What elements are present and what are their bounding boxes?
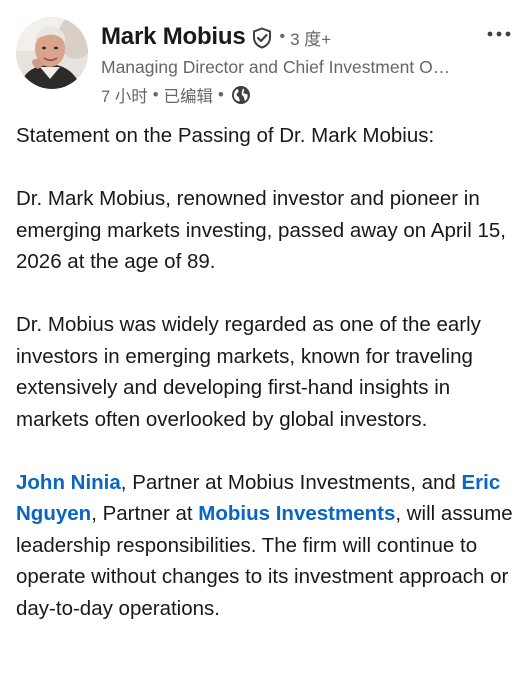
paragraph-3-text-1: , Partner at Mobius Investments, and xyxy=(120,470,462,494)
more-options-button[interactable] xyxy=(485,22,513,46)
post-body: Statement on the Passing of Dr. Mark Mob… xyxy=(16,120,521,656)
post-title: Statement on the Passing of Dr. Mark Mob… xyxy=(16,124,435,147)
author-headline: Managing Director and Chief Investment O… xyxy=(101,57,451,77)
connection-degree: 3 度+ xyxy=(290,29,332,49)
post-paragraph-2: Dr. Mobius was widely regarded as one of… xyxy=(16,313,481,431)
post-paragraph-3: John Ninia, Partner at Mobius Investment… xyxy=(16,467,521,625)
edited-label: 已编辑 xyxy=(163,88,214,106)
feed-post: Mark Mobius • 3 度+ Managing Director and… xyxy=(0,0,531,699)
author-name[interactable]: Mark Mobius xyxy=(101,23,246,51)
avatar-portrait xyxy=(16,17,88,89)
mention-mobius-investments[interactable]: Mobius Investments xyxy=(198,502,395,525)
more-options-icon xyxy=(487,31,511,37)
separator-dot: • xyxy=(279,28,286,45)
paragraph-3-text-2: , Partner at xyxy=(91,502,199,525)
author-avatar[interactable] xyxy=(16,17,88,89)
mention-john-ninia[interactable]: John Ninia xyxy=(16,471,121,494)
separator-dot: • xyxy=(218,85,224,104)
post-header: Mark Mobius • 3 度+ Managing Director and… xyxy=(0,0,531,110)
author-name-row: Mark Mobius • 3 度+ xyxy=(101,21,331,53)
post-meta: 7 小时 • 已编辑 • xyxy=(101,83,251,107)
post-time[interactable]: 7 小时 xyxy=(101,83,148,107)
separator-dot: • xyxy=(152,85,159,104)
post-paragraph-1: Dr. Mark Mobius, renowned investor and p… xyxy=(16,187,506,273)
verified-shield-icon xyxy=(251,26,273,49)
globe-icon xyxy=(231,85,251,105)
